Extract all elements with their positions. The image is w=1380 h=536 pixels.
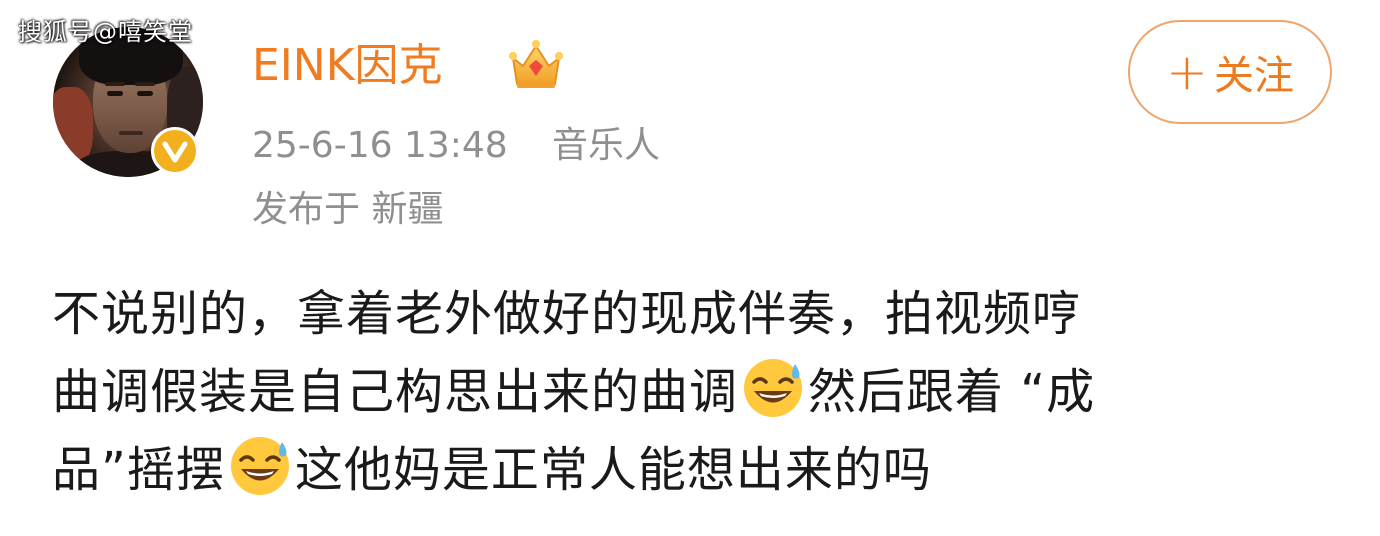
post-content: 不说别的，拿着老外做好的现成伴奏，拍视频哼 曲调假装是自己构思出来的曲调 然后跟着… (52, 275, 1342, 509)
post-line: 品”摇摆 这他妈是正常人能想出来的吗 (52, 431, 1342, 509)
plus-icon: + (1166, 43, 1208, 101)
user-role: 音乐人 (552, 125, 661, 166)
crown-icon (507, 36, 565, 94)
sohu-watermark: 搜狐号@嘻笑堂 (18, 18, 193, 46)
post-line: 曲调假装是自己构思出来的曲调 然后跟着 “成 (52, 353, 1342, 431)
post-text: 曲调假装是自己构思出来的曲调 (52, 364, 739, 420)
post-text: 品”摇摆 (52, 442, 225, 498)
post-location: 发布于 新疆 (252, 189, 444, 230)
post-text: 然后跟着 “成 (808, 364, 1096, 420)
post-line: 不说别的，拿着老外做好的现成伴奏，拍视频哼 (52, 286, 1082, 342)
verified-v-icon (151, 127, 199, 175)
post-text: 这他妈是正常人能想出来的吗 (294, 442, 932, 498)
post-timestamp: 25-6-16 13:48 (252, 125, 508, 166)
follow-button-label: 关注 (1213, 53, 1294, 99)
grinning-sweat-emoji (227, 432, 293, 498)
username[interactable]: EINK因克 (252, 38, 443, 94)
grinning-sweat-emoji (740, 354, 806, 420)
follow-button[interactable]: + 关注 (1128, 20, 1332, 124)
